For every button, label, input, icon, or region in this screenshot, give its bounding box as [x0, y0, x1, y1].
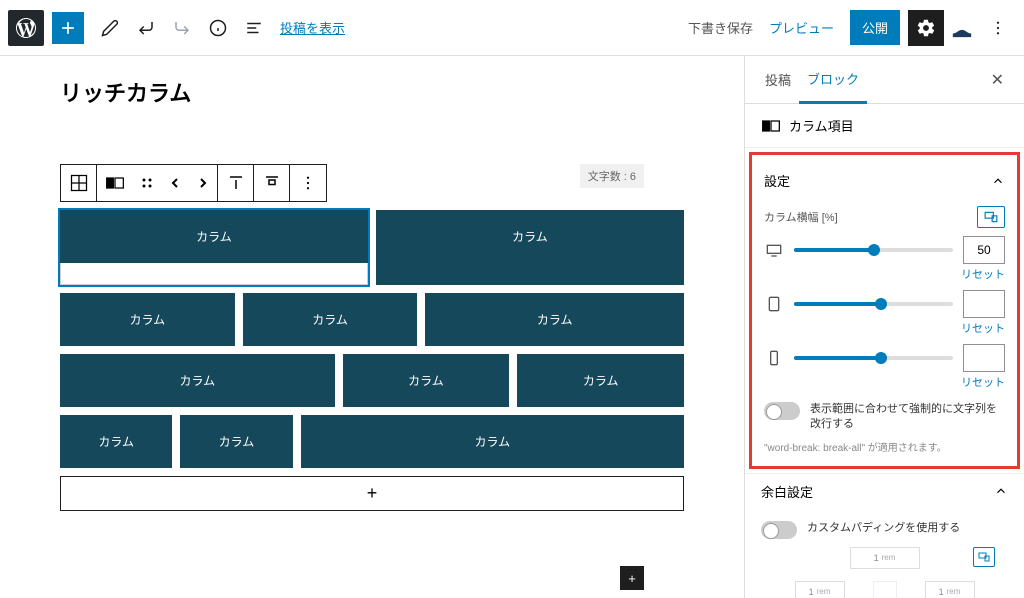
column-block[interactable]: カラム [301, 415, 684, 468]
column-block[interactable]: カラム [343, 354, 510, 407]
top-toolbar: 投稿を表示 下書き保存 プレビュー 公開 [0, 0, 1024, 56]
move-left[interactable] [161, 165, 189, 201]
add-block-below[interactable]: + [620, 566, 644, 590]
column-icon[interactable] [97, 165, 133, 201]
outline-button[interactable] [236, 10, 272, 46]
column-block[interactable]: カラム [425, 293, 684, 346]
edit-mode-button[interactable] [92, 10, 128, 46]
more-button[interactable] [980, 10, 1016, 46]
page-title[interactable]: リッチカラム [60, 76, 684, 108]
wordbreak-label: 表示範囲に合わせて強制的に文字列を改行する [810, 402, 1005, 433]
block-name-row: カラム項目 [745, 104, 1024, 148]
mobile-width-slider[interactable] [794, 356, 953, 360]
column-block[interactable]: カラム [60, 210, 368, 285]
tablet-width-input[interactable] [963, 290, 1005, 318]
editor-canvas: リッチカラム 文字数 : 6 カラム カラム カラム カラム [0, 56, 744, 598]
save-draft-button[interactable]: 下書き保存 [688, 18, 753, 37]
chevron-up-icon [994, 484, 1008, 498]
tablet-reset[interactable]: リセット [764, 320, 1005, 336]
padding-top[interactable]: 1rem [850, 547, 920, 569]
block-toolbar [60, 164, 327, 202]
column-block[interactable]: カラム [60, 415, 172, 468]
wp-logo[interactable] [8, 10, 44, 46]
padding-control: 1rem 1rem 1rem 1rem [795, 547, 975, 598]
wordbreak-help: "word-break: break-all" が適用されます。 [764, 439, 1005, 454]
mobile-width-input[interactable] [963, 344, 1005, 372]
wordbreak-toggle[interactable] [764, 402, 800, 420]
responsive-padding-toggle[interactable] [973, 547, 995, 567]
add-block-button[interactable] [52, 12, 84, 44]
custom-padding-label: カスタムパディングを使用する [807, 521, 960, 536]
column-icon [761, 118, 781, 134]
drag-handle[interactable] [133, 165, 161, 201]
align-button[interactable] [254, 165, 290, 201]
desktop-width-slider[interactable] [794, 248, 953, 252]
chevron-up-icon [991, 174, 1005, 188]
preview-button[interactable]: プレビュー [769, 18, 834, 37]
column-block[interactable]: カラム [243, 293, 418, 346]
width-label: カラム横幅 [%] [764, 209, 838, 225]
info-button[interactable] [200, 10, 236, 46]
desktop-reset[interactable]: リセット [764, 266, 1005, 282]
desktop-width-input[interactable] [963, 236, 1005, 264]
tab-post[interactable]: 投稿 [757, 56, 799, 104]
column-block[interactable]: カラム [517, 354, 684, 407]
column-block[interactable]: カラム [180, 415, 292, 468]
charcount-badge: 文字数 : 6 [580, 164, 644, 188]
column-block[interactable]: カラム [60, 354, 335, 407]
publish-button[interactable]: 公開 [850, 10, 900, 45]
tablet-icon [764, 296, 784, 312]
settings-panel: 設定 カラム横幅 [%] リセット リセット [749, 152, 1020, 469]
tablet-width-slider[interactable] [794, 302, 953, 306]
custom-padding-toggle[interactable] [761, 521, 797, 539]
desktop-icon [764, 243, 784, 257]
padding-left[interactable]: 1rem [795, 581, 845, 598]
padding-link[interactable] [873, 581, 897, 598]
block-type-icon[interactable] [61, 165, 97, 201]
margin-panel: 余白設定 カスタムパディングを使用する 1rem 1rem 1rem 1rem [745, 473, 1024, 598]
padding-right[interactable]: 1rem [925, 581, 975, 598]
mobile-reset[interactable]: リセット [764, 374, 1005, 390]
add-column-button[interactable]: + [60, 476, 684, 511]
mobile-icon [764, 350, 784, 366]
redo-button[interactable] [164, 10, 200, 46]
margin-panel-header[interactable]: 余白設定 [761, 474, 1008, 509]
column-block[interactable]: カラム [60, 293, 235, 346]
settings-panel-header[interactable]: 設定 [764, 163, 1005, 198]
settings-button[interactable] [908, 10, 944, 46]
close-sidebar[interactable]: ✕ [983, 66, 1012, 94]
responsive-toggle[interactable] [977, 206, 1005, 228]
settings-sidebar: 投稿 ブロック ✕ カラム項目 設定 カラム横幅 [%] [744, 56, 1024, 598]
column-block[interactable]: カラム [376, 210, 684, 285]
brand-icon [944, 10, 980, 46]
block-more-button[interactable] [290, 165, 326, 201]
view-post-link[interactable]: 投稿を表示 [280, 18, 345, 37]
move-right[interactable] [189, 165, 217, 201]
align-top-button[interactable] [218, 165, 254, 201]
tab-block[interactable]: ブロック [799, 56, 867, 104]
undo-button[interactable] [128, 10, 164, 46]
